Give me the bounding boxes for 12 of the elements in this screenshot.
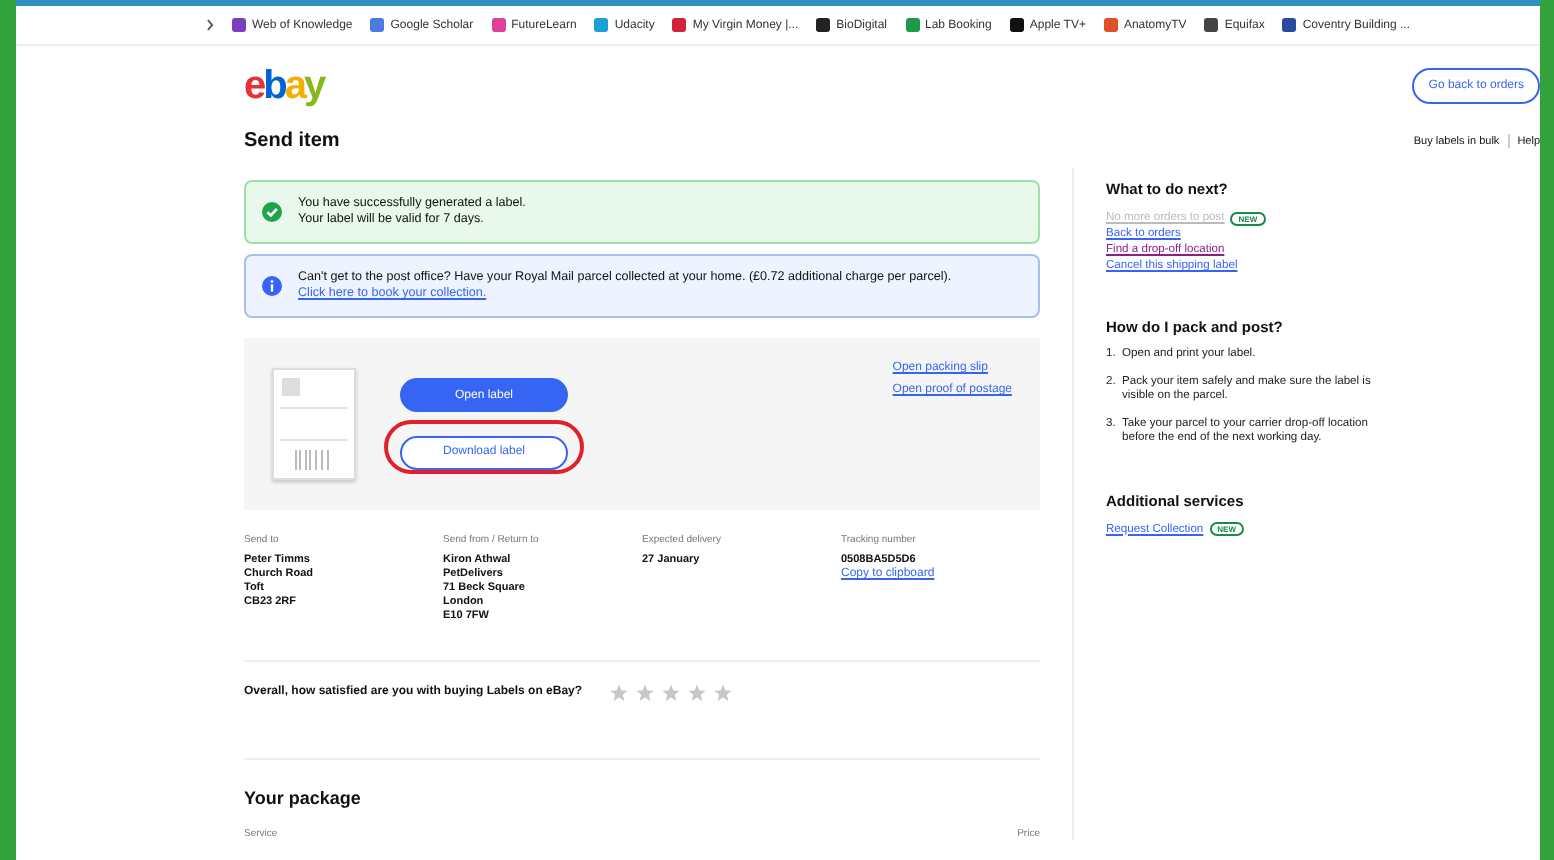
check-icon <box>262 202 282 222</box>
star-icon[interactable] <box>662 683 681 701</box>
page-title: Send item <box>244 130 340 152</box>
star-icon[interactable] <box>688 683 707 701</box>
ebay-logo[interactable]: ebay <box>244 66 324 106</box>
chevron-icon <box>206 18 214 32</box>
label-thumbnail-drawing <box>272 368 356 480</box>
star-icon[interactable] <box>636 683 655 701</box>
section-title: Your package <box>244 788 363 808</box>
star-icon[interactable] <box>714 683 733 701</box>
star-icon[interactable] <box>610 683 629 701</box>
info-icon <box>262 276 282 296</box>
